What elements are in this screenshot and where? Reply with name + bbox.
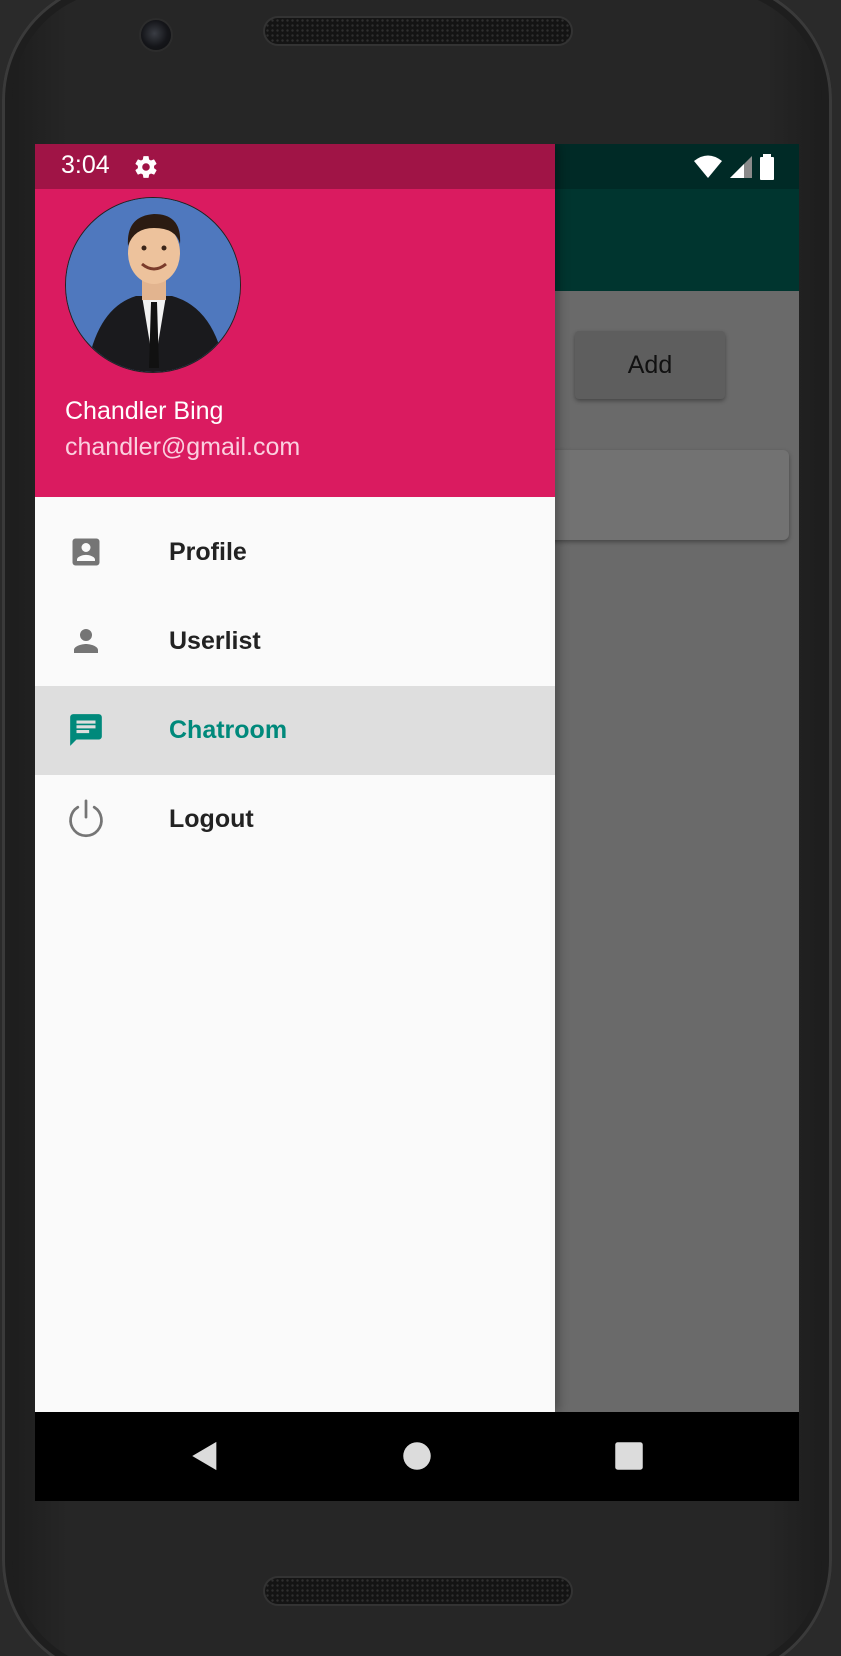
back-icon[interactable] — [185, 1436, 225, 1476]
device-screen: Add 3:04 Chandler Bing chandler@gmail.co… — [35, 144, 799, 1501]
chat-icon — [66, 710, 106, 750]
drawer-menu: Profile Userlist Chatroom Logout — [35, 508, 555, 864]
menu-item-logout[interactable]: Logout — [35, 775, 555, 864]
gear-icon — [135, 156, 157, 178]
person-icon — [66, 621, 106, 661]
app-card — [515, 450, 789, 540]
home-icon[interactable] — [397, 1436, 437, 1476]
wifi-icon — [694, 155, 722, 178]
status-icons — [693, 154, 775, 180]
signal-icon — [730, 156, 752, 178]
user-email: chandler@gmail.com — [65, 433, 301, 461]
front-camera — [141, 20, 171, 50]
menu-label: Profile — [169, 538, 247, 566]
power-icon — [66, 799, 106, 839]
menu-item-chatroom[interactable]: Chatroom — [35, 686, 555, 775]
menu-label: Logout — [169, 805, 254, 833]
system-nav-bar — [35, 1412, 799, 1501]
navigation-drawer: 3:04 Chandler Bing chandler@gmail.com Pr… — [35, 144, 555, 1412]
recents-icon[interactable] — [609, 1436, 649, 1476]
status-time: 3:04 — [61, 151, 110, 179]
user-name: Chandler Bing — [65, 397, 224, 425]
drawer-status-bar: 3:04 — [35, 144, 555, 189]
menu-item-userlist[interactable]: Userlist — [35, 597, 555, 686]
menu-label: Chatroom — [169, 716, 288, 744]
battery-icon — [760, 154, 774, 180]
drawer-header: Chandler Bing chandler@gmail.com — [35, 189, 555, 497]
bottom-speaker — [265, 1578, 571, 1604]
account-box-icon — [66, 532, 106, 572]
avatar[interactable] — [65, 197, 241, 373]
menu-item-profile[interactable]: Profile — [35, 508, 555, 597]
avatar-portrait — [66, 198, 240, 372]
add-button[interactable]: Add — [575, 331, 725, 399]
menu-label: Userlist — [169, 627, 261, 655]
earpiece-speaker — [265, 18, 571, 44]
